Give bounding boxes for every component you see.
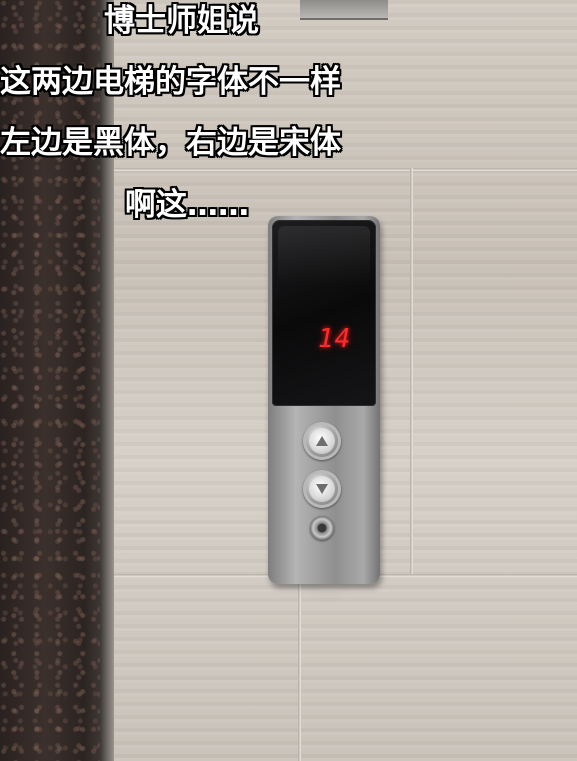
down-call-button[interactable] bbox=[303, 470, 341, 508]
metal-fixture bbox=[300, 0, 388, 20]
photo-scene: 14 博士师姐说 这两边电梯的字体不一样 左边是黑体，右边是宋体 啊这…… bbox=[0, 0, 577, 761]
up-button-face bbox=[309, 428, 335, 454]
elevator-call-panel: 14 bbox=[268, 216, 380, 584]
down-button-face bbox=[309, 476, 335, 502]
wall-seam bbox=[410, 168, 413, 574]
caption-line-2: 这两边电梯的字体不一样 bbox=[0, 64, 341, 100]
pillar-edge bbox=[100, 0, 114, 761]
caption-line-4: 啊这…… bbox=[125, 187, 249, 223]
keyhole-icon[interactable] bbox=[310, 516, 334, 540]
down-arrow-icon bbox=[316, 484, 328, 494]
wall-seam bbox=[112, 168, 577, 171]
floor-number: 14 bbox=[318, 324, 352, 354]
up-arrow-icon bbox=[316, 436, 328, 446]
caption-line-3: 左边是黑体，右边是宋体 bbox=[0, 125, 341, 161]
display-gloss bbox=[278, 226, 370, 286]
floor-display: 14 bbox=[272, 220, 376, 406]
granite-pillar bbox=[0, 0, 112, 761]
caption-line-1: 博士师姐说 bbox=[104, 3, 259, 39]
up-call-button[interactable] bbox=[303, 422, 341, 460]
